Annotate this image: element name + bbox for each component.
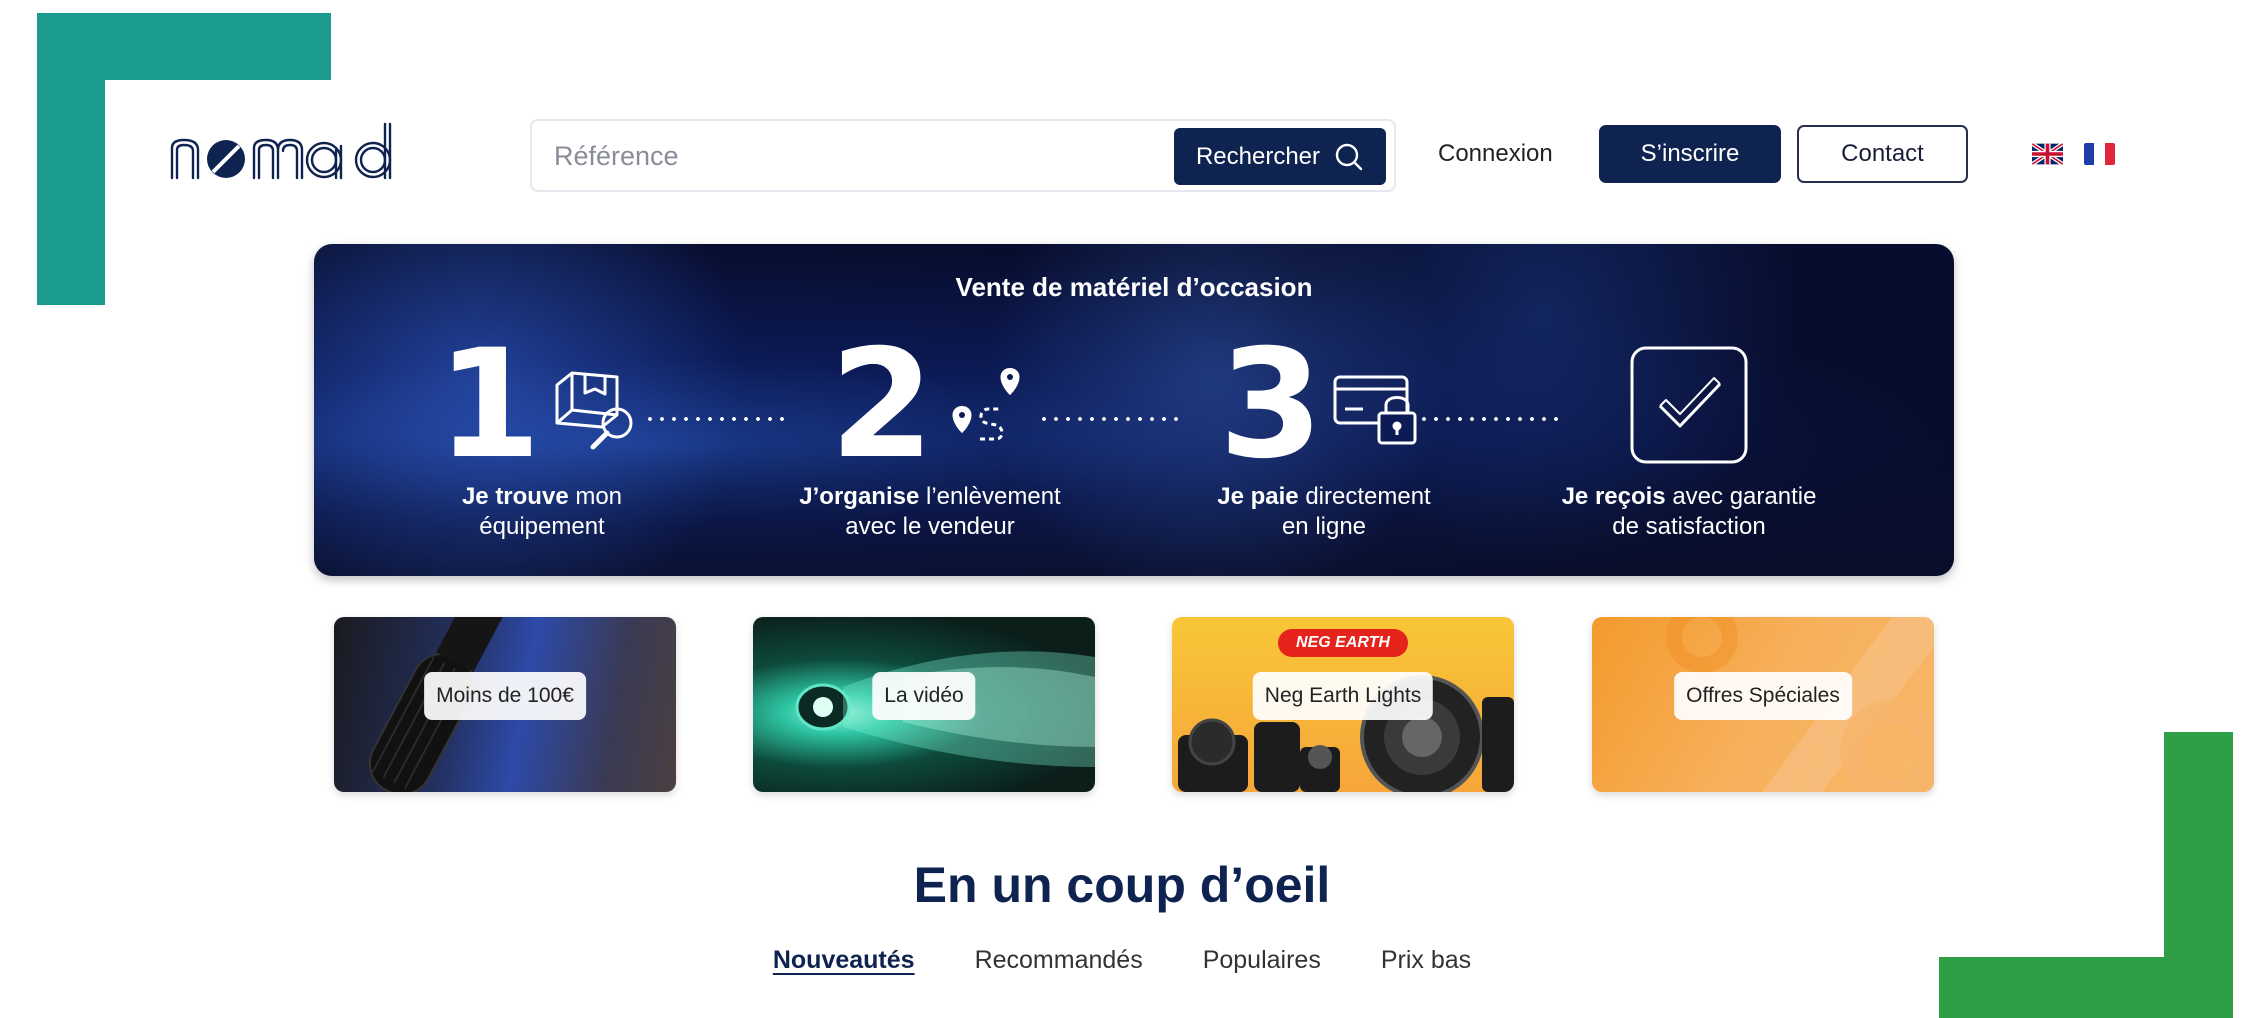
fr-flag-icon[interactable] (2084, 143, 2115, 165)
box-search-icon (555, 371, 633, 450)
step-2-line2: avec le vendeur (845, 513, 1015, 540)
step-1-line2: équipement (479, 513, 605, 540)
step-number: 3 (1218, 318, 1324, 492)
category-label: La vidéo (872, 672, 976, 720)
step-number: 2 (829, 318, 935, 492)
card-lock-icon (1333, 375, 1417, 445)
category-label: Offres Spéciales (1674, 672, 1852, 720)
checkbox-icon (1630, 346, 1748, 464)
step-1-bold: Je trouve (461, 483, 569, 510)
hero-banner: Vente de matériel d’occasion 1 Je trouve… (314, 244, 1954, 576)
signup-button[interactable]: S’inscrire (1599, 125, 1781, 183)
hero-title: Vente de matériel d’occasion (955, 272, 1313, 302)
tab-recommandes[interactable]: Recommandés (975, 946, 1143, 975)
step-2: 2 J’organise l’enlèvement avec le vendeu… (760, 330, 1100, 542)
step-4-bold: Je reçois (1561, 483, 1666, 510)
step-4-line2: de satisfaction (1612, 513, 1766, 540)
step-4: Je reçois avec garantie de satisfaction (1519, 340, 1859, 542)
corner-decoration-top-left-vertical (37, 13, 105, 305)
step-1-rest: mon (568, 483, 623, 510)
login-link[interactable]: Connexion (1438, 140, 1553, 168)
category-card-neg-earth[interactable]: NEG EARTH Neg Earth Lights (1172, 617, 1514, 792)
tab-populaires[interactable]: Populaires (1203, 946, 1321, 975)
step-3-rest: directement (1298, 483, 1431, 510)
step-3-line2: en ligne (1281, 513, 1367, 540)
category-card-video[interactable]: La vidéo (753, 617, 1095, 792)
search-bar: Rechercher (530, 119, 1396, 192)
category-card-special-offers[interactable]: Offres Spéciales (1592, 617, 1934, 792)
step-3: 3 Je paie directement en ligne (1154, 330, 1494, 542)
category-label: Neg Earth Lights (1252, 672, 1434, 720)
product-tabs: Nouveautés Recommandés Populaires Prix b… (0, 946, 2244, 975)
section-title: En un coup d’oeil (913, 857, 1331, 913)
step-2-bold: J’organise (799, 483, 920, 510)
tab-nouveautes[interactable]: Nouveautés (773, 946, 915, 975)
step-1: 1 Je trouve mon équipement (372, 330, 712, 542)
route-pins-icon (952, 368, 1020, 441)
category-card-under-100[interactable]: Moins de 100€ (334, 617, 676, 792)
search-icon (1335, 143, 1363, 170)
contact-button[interactable]: Contact (1797, 125, 1968, 183)
step-number: 1 (436, 318, 542, 492)
uk-flag-icon[interactable] (2032, 143, 2063, 165)
search-button-label: Rechercher (1195, 142, 1321, 170)
tab-prix-bas[interactable]: Prix bas (1381, 946, 1471, 975)
step-3-bold: Je paie (1217, 483, 1299, 510)
category-label: Moins de 100€ (424, 672, 586, 720)
step-2-rest: l’enlèvement (919, 483, 1061, 510)
nomad-logo[interactable] (168, 120, 400, 188)
search-button[interactable]: Rechercher (1174, 128, 1386, 185)
step-4-rest: avec garantie (1665, 483, 1817, 510)
search-input[interactable] (554, 135, 1154, 177)
